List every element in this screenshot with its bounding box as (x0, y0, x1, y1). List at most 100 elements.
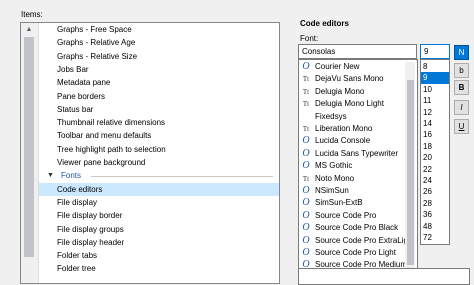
font-name: Lucida Sans Typewriter (315, 148, 399, 158)
size-list-item[interactable]: 11 (421, 95, 449, 106)
section-title: Code editors (300, 19, 349, 28)
size-list-item[interactable]: 48 (421, 221, 449, 232)
tree-item[interactable]: File display header (39, 236, 279, 249)
heavy-style-button[interactable]: B (454, 80, 469, 95)
opentype-font-icon: O (302, 222, 310, 234)
font-name: Source Code Pro Light (315, 248, 396, 257)
tree-item[interactable]: Tree highlight path to selection (39, 143, 279, 156)
size-list-item[interactable]: 24 (421, 175, 449, 186)
size-list-item[interactable]: 12 (421, 107, 449, 118)
font-list-item[interactable]: Fixedsys (301, 111, 413, 123)
font-name: DejaVu Sans Mono (315, 74, 384, 84)
font-label: Font: (300, 34, 319, 43)
font-name: MS Gothic (315, 161, 353, 171)
font-list-item[interactable]: O MS Gothic (301, 160, 413, 172)
truetype-font-icon: Tt (302, 75, 310, 84)
normal-style-button[interactable]: N (454, 45, 469, 60)
size-list-item[interactable]: 72 (421, 232, 449, 243)
size-list-item[interactable]: 9 (421, 72, 449, 84)
font-list-item[interactable]: O SimSun-ExtB (301, 197, 413, 209)
truetype-font-icon: Tt (302, 125, 310, 133)
font-list-item[interactable]: O Source Code Pro ExtraLight (301, 234, 415, 247)
tree-item[interactable]: Graphs - Relative Age (39, 36, 279, 49)
size-list-item[interactable]: 14 (421, 118, 449, 129)
tree-scrollbar-thumb[interactable] (24, 37, 34, 257)
tree-item[interactable]: Jobs Bar (39, 63, 279, 76)
tree-item[interactable]: Pane borders (39, 90, 279, 103)
tree-item[interactable]: Status bar (39, 103, 279, 116)
font-name: Liberation Mono (315, 124, 373, 133)
font-list-item[interactable]: Tt Noto Mono (301, 173, 413, 185)
font-list-item[interactable]: O Source Code Pro Light (301, 247, 413, 259)
opentype-font-icon: O (302, 234, 310, 246)
opentype-font-icon: O (302, 209, 310, 221)
font-list-item[interactable]: O Source Code Pro (301, 210, 413, 222)
opentype-font-icon: O (302, 160, 310, 172)
font-list[interactable]: O Courier New Tt DejaVu Sans Mono Tt Delugia … (298, 59, 418, 285)
opentype-font-icon: O (302, 247, 310, 258)
tree-group-fonts[interactable]: ▼ Fonts (39, 169, 279, 182)
tree-scrollbar[interactable]: ▲ (21, 23, 39, 283)
font-list-item[interactable]: Tt DejaVu Sans Mono (301, 73, 413, 85)
font-name-input[interactable]: Consolas (298, 44, 417, 59)
font-preview-box (298, 268, 470, 285)
tree-item[interactable]: Graphs - Relative Size (39, 50, 279, 63)
size-list-item[interactable]: 20 (421, 152, 449, 163)
tree-item[interactable]: File display border (39, 209, 279, 222)
font-list-item[interactable]: O NSimSun (301, 185, 413, 197)
group-divider (91, 176, 273, 178)
items-tree[interactable]: ▲ Graphs - Free Space Graphs - Relative A… (20, 22, 280, 284)
size-list-item[interactable]: 26 (421, 186, 449, 197)
font-list-item[interactable]: O Courier New (301, 61, 413, 73)
tree-item[interactable]: File display (39, 196, 279, 209)
tree-item[interactable]: Folder tabs (39, 249, 279, 262)
opentype-font-icon: O (302, 185, 310, 196)
size-list-item[interactable]: 10 (421, 84, 449, 95)
opentype-font-icon: O (302, 61, 310, 72)
font-size-input[interactable]: 9 (420, 44, 450, 59)
font-list-scrollbar-thumb[interactable] (407, 80, 414, 265)
font-list-item[interactable]: Tt Liberation Mono (301, 123, 413, 135)
size-list-item[interactable]: 22 (421, 164, 449, 175)
opentype-font-icon: O (302, 135, 310, 147)
italic-style-button[interactable]: I (454, 100, 469, 115)
size-list-item[interactable]: 18 (421, 141, 449, 152)
font-list-item[interactable]: O Lucida Console (301, 135, 413, 147)
font-name: Source Code Pro Black (315, 223, 399, 233)
font-name: Source Code Pro ExtraLight (315, 235, 415, 245)
truetype-font-icon: Tt (302, 87, 310, 96)
tree-item[interactable]: File display groups (39, 223, 279, 236)
size-list-item[interactable]: 28 (421, 198, 449, 209)
tree-item[interactable]: Folder tree (39, 262, 279, 275)
font-list-item[interactable]: Tt Delugia Mono Light (301, 98, 413, 110)
font-size-list[interactable]: 8 9 10 11 12 14 16 18 20 22 24 26 28 36 48 72 (420, 59, 450, 245)
font-name: Lucida Console (315, 136, 371, 146)
tree-item[interactable]: Metadata pane (39, 76, 279, 89)
font-name: Fixedsys (315, 111, 347, 121)
font-list-item[interactable]: O Lucida Sans Typewriter (301, 148, 413, 160)
tree-item[interactable]: Code editors (39, 182, 279, 196)
opentype-font-icon: O (302, 197, 310, 209)
scroll-up-arrow-icon[interactable]: ▲ (24, 25, 34, 35)
font-name: SimSun-ExtB (315, 198, 363, 208)
chevron-down-icon[interactable]: ▼ (47, 169, 54, 182)
bold-style-button[interactable]: b (454, 63, 469, 78)
size-list-item[interactable]: 36 (421, 209, 449, 220)
opentype-font-icon: O (302, 147, 310, 159)
font-list-item[interactable]: O Source Code Pro Black (301, 222, 413, 234)
size-list-item[interactable]: 8 (421, 61, 449, 72)
tree-item[interactable]: Toolbar and menu defaults (39, 129, 279, 142)
tree-item[interactable]: Viewer pane background (39, 156, 279, 169)
font-list-item[interactable]: Tt Delugia Mono (301, 86, 413, 98)
font-name: Delugia Mono Light (315, 99, 384, 109)
tree-item[interactable]: Graphs - Free Space (39, 23, 279, 36)
font-name: Noto Mono (315, 173, 355, 183)
group-label: Fonts (61, 171, 82, 181)
size-list-item[interactable]: 16 (421, 129, 449, 140)
items-label: Items: (21, 10, 43, 19)
underline-style-button[interactable]: U (454, 119, 469, 134)
font-name: Delugia Mono (315, 86, 365, 96)
font-name: NSimSun (315, 186, 349, 195)
font-name: Source Code Pro (315, 210, 377, 220)
tree-item[interactable]: Thumbnail relative dimensions (39, 116, 279, 129)
